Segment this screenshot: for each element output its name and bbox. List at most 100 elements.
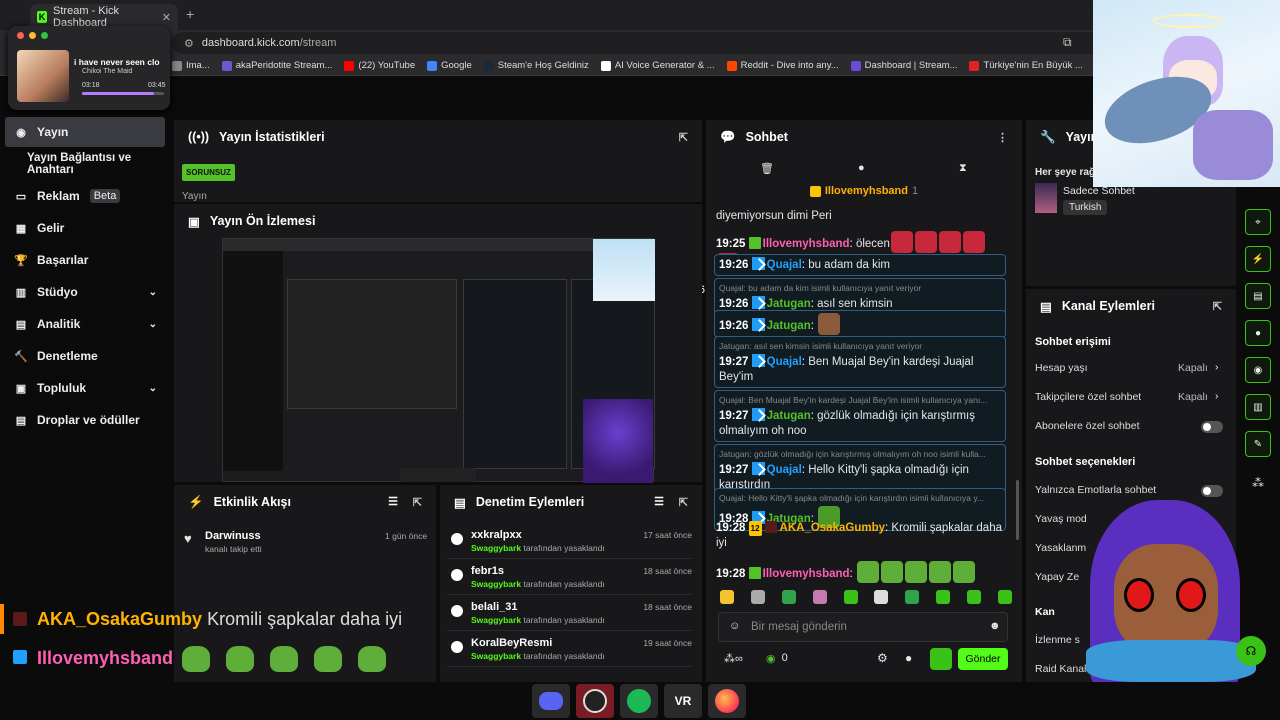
close-dot-icon[interactable] bbox=[17, 32, 24, 39]
hourglass-icon[interactable]: ⧗ bbox=[959, 162, 967, 175]
chat-message[interactable]: Quajal: Ben Muajal Bey'in kardeşi Juajal… bbox=[714, 390, 1006, 442]
emote-picker-icon[interactable]: ☻ bbox=[989, 620, 1001, 632]
chat-message[interactable]: 19:28 Illovemyhsband: bbox=[716, 561, 1004, 583]
bookmark-item[interactable]: (22) YouTube bbox=[344, 60, 415, 71]
bookmark-item[interactable]: Dashboard | Stream... bbox=[850, 60, 957, 71]
chat-bubble-icon[interactable]: ● bbox=[858, 162, 865, 174]
toggle-switch[interactable] bbox=[1201, 421, 1223, 433]
chat-username[interactable]: Illovemyhsband bbox=[763, 568, 850, 580]
filter-icon[interactable]: ☰ bbox=[654, 495, 664, 508]
settings-gear-icon[interactable]: ⚙ bbox=[877, 651, 888, 665]
wrench-icon[interactable]: ✎ bbox=[1245, 431, 1271, 457]
emote-icon[interactable] bbox=[812, 590, 827, 604]
chat-username[interactable]: Quajal bbox=[767, 356, 802, 368]
vr-app-icon[interactable]: VR bbox=[664, 684, 702, 718]
site-info-icon[interactable]: ⚙ bbox=[184, 37, 194, 50]
chat-scrollbar[interactable] bbox=[1016, 480, 1019, 540]
clipboard-icon[interactable]: ▤ bbox=[1245, 283, 1271, 309]
users-icon[interactable]: ⁂ bbox=[1252, 476, 1264, 490]
bookmark-item[interactable]: akaPeridotite Stream... bbox=[221, 60, 332, 71]
broadcast-icon[interactable]: ◉ bbox=[1245, 357, 1271, 383]
chat-username[interactable]: Quajal bbox=[767, 464, 802, 476]
emote-icon[interactable] bbox=[905, 590, 920, 604]
sidebar-item[interactable]: ◉ Yayın bbox=[5, 117, 165, 147]
bolt-icon[interactable]: ⚡ bbox=[1245, 246, 1271, 272]
bookmark-item[interactable]: Reddit - Dive into any... bbox=[726, 60, 839, 71]
chat-username[interactable]: Quajal bbox=[767, 259, 802, 271]
bookmark-item[interactable]: Türkiye'nin En Büyük ... bbox=[969, 60, 1083, 71]
sidebar-item[interactable]: ▤ Analitik ⌄ bbox=[5, 309, 165, 339]
trash-icon[interactable]: 🗑 bbox=[760, 162, 774, 175]
media-player-widget[interactable]: i have never seen clo Chikoi The Maid 03… bbox=[8, 26, 170, 110]
emote-icon[interactable] bbox=[967, 590, 981, 604]
chat-message[interactable]: diyemiyorsun dimi Peri bbox=[716, 209, 1004, 227]
install-app-icon[interactable]: ⧉ bbox=[1063, 35, 1072, 50]
chat-message[interactable]: 19:26 Quajal: bu adam da kim bbox=[714, 254, 1006, 276]
chat-username[interactable]: AKA_OsakaGumby bbox=[780, 522, 885, 534]
bookmark-item[interactable]: Ima... bbox=[172, 60, 210, 71]
sidebar-item[interactable]: ▣ Topluluk ⌄ bbox=[5, 373, 165, 403]
bookmark-item[interactable]: Google bbox=[427, 60, 472, 71]
users-icon[interactable]: ⁂∞ bbox=[724, 652, 743, 665]
chat-mode-icon[interactable]: ● bbox=[905, 651, 912, 665]
chat-message[interactable]: 19:28 12 AKA_OsakaGumby: Kromili şapkalar… bbox=[716, 521, 1004, 555]
bookmark-item[interactable]: AI Voice Generator & ... bbox=[600, 60, 715, 71]
filter-icon[interactable]: ☰ bbox=[388, 495, 398, 508]
sidebar-item[interactable]: Yayın Bağlantısı ve Anahtarı bbox=[5, 149, 175, 179]
popout-icon[interactable]: ⇱ bbox=[413, 496, 422, 509]
emote-icon[interactable] bbox=[781, 590, 796, 604]
emote-icon[interactable] bbox=[720, 590, 734, 604]
popout-icon[interactable]: ⇱ bbox=[679, 496, 688, 509]
popout-icon[interactable]: ⇱ bbox=[679, 131, 688, 144]
send-button[interactable]: Gönder bbox=[958, 648, 1008, 670]
moderation-item[interactable]: KoralBeyResmi Swaggybark tarafından yasak… bbox=[447, 633, 692, 667]
channel-setting-label[interactable]: Takipçilere özel sohbet bbox=[1035, 391, 1141, 403]
chat-message[interactable]: Jatugan: asıl sen kimsin isimli kullanıc… bbox=[714, 336, 1006, 388]
emote-icon[interactable] bbox=[997, 590, 1012, 604]
media-progress-bar[interactable] bbox=[82, 92, 164, 95]
bookmark-item[interactable]: Steam'e Hoş Geldiniz bbox=[483, 60, 589, 71]
chat-input[interactable]: ☺ Bir mesaj gönderin ☻ bbox=[718, 612, 1008, 642]
moderation-item[interactable]: xxkralpxx Swaggybark tarafından yasakland… bbox=[447, 525, 692, 559]
chat-username[interactable]: Jatugan bbox=[767, 410, 811, 422]
moderation-item[interactable]: febr1s Swaggybark tarafından yasaklandı 18… bbox=[447, 561, 692, 595]
emote-icon[interactable] bbox=[843, 590, 858, 604]
pinned-bar[interactable]: Illovemyhsband 1 bbox=[706, 180, 1022, 202]
sidebar-item[interactable]: ▤ Droplar ve ödüller bbox=[5, 405, 165, 435]
discord-icon[interactable] bbox=[532, 684, 570, 718]
firefox-icon[interactable] bbox=[708, 684, 746, 718]
headset-icon[interactable]: ☊ bbox=[1236, 636, 1266, 666]
emote-icon[interactable] bbox=[750, 590, 765, 604]
sidebar-item[interactable]: ▦ Gelir bbox=[5, 213, 165, 243]
more-icon[interactable]: ⋮ bbox=[997, 131, 1008, 144]
points-display[interactable]: ◉ 0 bbox=[766, 652, 788, 665]
channel-setting-label[interactable]: Hesap yaşı bbox=[1035, 362, 1088, 374]
chat-icon[interactable]: ● bbox=[1245, 320, 1271, 346]
obs-icon[interactable] bbox=[576, 684, 614, 718]
emoji-icon[interactable]: ☺ bbox=[729, 620, 740, 632]
spotify-icon[interactable] bbox=[620, 684, 658, 718]
sidebar-item[interactable]: ▭ Reklam Beta bbox=[5, 181, 165, 211]
new-tab-icon[interactable]: + bbox=[186, 6, 194, 22]
camera-icon[interactable]: ⌖ bbox=[1245, 209, 1271, 235]
moderation-item[interactable]: belali_31 Swaggybark tarafından yasakland… bbox=[447, 597, 692, 631]
maximize-dot-icon[interactable] bbox=[41, 32, 48, 39]
channel-setting-label[interactable]: Abonelere özel sohbet bbox=[1035, 420, 1140, 432]
chevron-right-icon[interactable]: › bbox=[1215, 390, 1219, 402]
stream-preview-video[interactable] bbox=[222, 238, 655, 483]
chat-message[interactable]: 19:26 Jatugan: bbox=[714, 310, 1006, 338]
minimize-dot-icon[interactable] bbox=[29, 32, 36, 39]
chat-username[interactable]: Jatugan bbox=[767, 298, 811, 310]
close-tab-icon[interactable]: ✕ bbox=[162, 11, 171, 24]
chat-username[interactable]: Illovemyhsband bbox=[763, 238, 850, 250]
layout-icon[interactable]: ▥ bbox=[1245, 394, 1271, 420]
chevron-right-icon[interactable]: › bbox=[1215, 361, 1219, 373]
emote-icon[interactable] bbox=[874, 590, 889, 604]
sidebar-item[interactable]: 🏆 Başarılar bbox=[5, 245, 165, 275]
chat-username[interactable]: Jatugan bbox=[767, 320, 811, 332]
sidebar-item[interactable]: 🔨 Denetleme bbox=[5, 341, 165, 371]
address-bar[interactable]: ⚙ dashboard.kick.com/stream bbox=[172, 32, 1102, 54]
sidebar-item[interactable]: ▥ Stüdyo ⌄ bbox=[5, 277, 165, 307]
popout-icon[interactable]: ⇱ bbox=[1213, 300, 1222, 313]
kick-emote-icon[interactable] bbox=[930, 648, 952, 670]
